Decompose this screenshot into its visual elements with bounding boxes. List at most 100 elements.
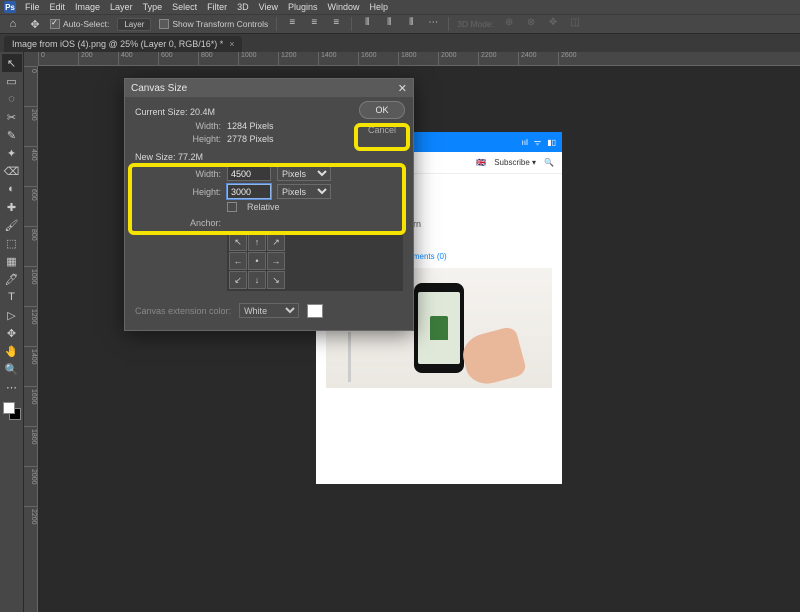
stamp-tool[interactable]: ✚ [2,198,22,216]
extension-color-label: Canvas extension color: [135,306,231,316]
extension-color-swatch[interactable] [307,304,323,318]
heal-tool[interactable]: ⌫ [2,162,22,180]
type-tool[interactable]: T [2,288,22,306]
color-swatches[interactable] [3,402,21,420]
menu-view[interactable]: View [254,2,283,12]
crop-tool[interactable]: ✂ [2,108,22,126]
align-right-icon[interactable]: ≡ [329,17,343,31]
menu-3d[interactable]: 3D [232,2,254,12]
anchor-label: Anchor: [135,218,221,228]
3d-orbit-icon: ⊕ [502,17,516,31]
menu-plugins[interactable]: Plugins [283,2,323,12]
wifi-icon: ᯤ [534,137,541,148]
subscribe-link: Subscribe ▾ [494,158,536,167]
anchor-nw[interactable]: ↖ [229,233,247,251]
path-tool[interactable]: ▷ [2,306,22,324]
current-height-label: Height: [135,134,221,144]
menu-help[interactable]: Help [365,2,394,12]
gradient-tool[interactable]: ▦ [2,252,22,270]
width-input[interactable] [227,166,271,181]
close-icon[interactable]: ✕ [398,82,407,95]
menu-window[interactable]: Window [323,2,365,12]
3d-pan-icon: ⊗ [524,17,538,31]
hand-tool[interactable]: 🤚 [2,342,22,360]
3d-scale-icon: ◫ [568,17,582,31]
menu-edit[interactable]: Edit [45,2,71,12]
battery-icon: ▮▯ [547,138,556,147]
ok-button[interactable]: OK [359,101,405,119]
eraser-tool[interactable]: ⬚ [2,234,22,252]
marquee-tool[interactable]: ▭ [2,72,22,90]
anchor-c[interactable]: • [248,252,266,270]
3d-mode-label: 3D Mode: [457,19,494,29]
shape-tool[interactable]: ✥ [2,324,22,342]
current-height-value: 2778 Pixels [227,134,274,144]
anchor-se[interactable]: ↘ [267,271,285,289]
width-units-select[interactable]: Pixels [277,166,331,181]
dialog-titlebar[interactable]: Canvas Size ✕ [125,79,413,97]
home-icon[interactable]: ⌂ [6,17,20,31]
anchor-n[interactable]: ↑ [248,233,266,251]
height-units-select[interactable]: Pixels [277,184,331,199]
distribute-icon[interactable]: ⫴ [360,17,374,31]
frame-tool[interactable]: ✎ [2,126,22,144]
anchor-grid[interactable]: ↖ ↑ ↗ ← • → ↙ ↓ ↘ [227,231,403,291]
flag-icon: 🇬🇧 [476,158,486,167]
document-tabs: Image from iOS (4).png @ 25% (Layer 0, R… [0,34,800,52]
distribute-icon-3[interactable]: ⫴ [404,17,418,31]
autoselect-dropdown[interactable]: Layer [117,18,151,31]
current-width-value: 1284 Pixels [227,121,274,131]
relative-checkbox[interactable] [227,202,237,212]
document-tab[interactable]: Image from iOS (4).png @ 25% (Layer 0, R… [4,36,242,52]
dialog-title: Canvas Size [131,83,187,94]
more-icon[interactable]: ⋯ [426,17,440,31]
menu-select[interactable]: Select [167,2,202,12]
history-brush-tool[interactable]: 🖌 [2,216,22,234]
transform-checkbox[interactable] [159,19,169,29]
foreground-color-swatch[interactable] [3,402,15,414]
anchor-ne[interactable]: ↗ [267,233,285,251]
align-left-icon[interactable]: ≡ [285,17,299,31]
ruler-corner [24,52,38,66]
new-height-label: Height: [135,187,221,197]
anchor-w[interactable]: ← [229,252,247,270]
autoselect-label: Auto-Select: [63,19,109,29]
document-tab-title: Image from iOS (4).png @ 25% (Layer 0, R… [12,39,223,49]
current-width-label: Width: [135,121,221,131]
3d-move-icon: ✥ [546,17,560,31]
menubar: Ps File Edit Image Layer Type Select Fil… [0,0,800,14]
extension-color-select[interactable]: White [239,303,299,318]
menu-layer[interactable]: Layer [105,2,138,12]
edit-toolbar[interactable]: ⋯ [2,378,22,396]
new-width-label: Width: [135,169,221,179]
cancel-button[interactable]: Cancel [359,123,405,137]
close-tab-icon[interactable]: × [229,39,234,49]
new-size-label: New Size: 77.2M [135,152,403,162]
anchor-e[interactable]: → [267,252,285,270]
height-input[interactable] [227,184,271,199]
app-logo-icon: Ps [4,1,16,13]
zoom-tool[interactable]: 🔍 [2,360,22,378]
search-icon: 🔍 [544,158,554,167]
autoselect-checkbox[interactable] [50,19,60,29]
lasso-tool[interactable]: ◌ [2,90,22,108]
transform-label: Show Transform Controls [172,19,268,29]
distribute-icon-2[interactable]: ⫴ [382,17,396,31]
anchor-sw[interactable]: ↙ [229,271,247,289]
menu-filter[interactable]: Filter [202,2,232,12]
menu-type[interactable]: Type [138,2,168,12]
canvas-area: 0 200 400 600 800 1000 1200 1400 1600 18… [24,52,800,612]
pen-tool[interactable]: 🖊 [2,270,22,288]
signal-icon: ııl [522,138,528,147]
move-tool[interactable]: ↖ [2,54,22,72]
brush-tool[interactable]: ◐ [2,180,22,198]
move-tool-icon: ✥ [28,17,42,31]
horizontal-ruler: 0 200 400 600 800 1000 1200 1400 1600 18… [38,52,800,66]
canvas-size-dialog: Canvas Size ✕ OK Cancel Current Size: 20… [124,78,414,331]
menu-file[interactable]: File [20,2,45,12]
anchor-s[interactable]: ↓ [248,271,266,289]
menu-image[interactable]: Image [70,2,105,12]
eyedropper-tool[interactable]: ✦ [2,144,22,162]
options-bar: ⌂ ✥ Auto-Select: Layer Show Transform Co… [0,14,800,34]
align-center-icon[interactable]: ≡ [307,17,321,31]
